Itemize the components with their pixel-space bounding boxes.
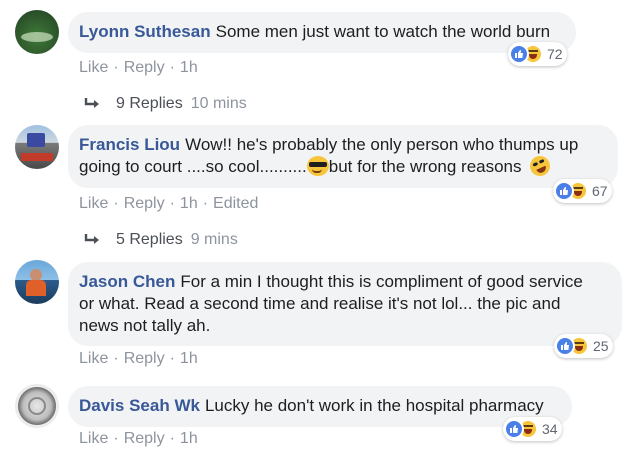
like-reaction-icon: [504, 419, 524, 439]
comment-text: news not tally ah.: [79, 316, 211, 335]
comment-time[interactable]: 1h: [180, 59, 198, 76]
like-link[interactable]: Like: [79, 59, 108, 76]
reply-link[interactable]: Reply: [124, 350, 165, 367]
avatar-davis[interactable]: [15, 384, 59, 428]
like-link[interactable]: Like: [79, 350, 108, 367]
comment-text: Wow!! he's probably the only person who …: [185, 135, 579, 154]
comment-actions: Like · Reply · 1h · Edited: [79, 195, 259, 212]
comment-text: Some men just want to watch the world bu…: [215, 22, 551, 41]
comment-time[interactable]: 1h: [180, 430, 198, 447]
reply-link[interactable]: Reply: [124, 59, 165, 76]
reaction-count: 67: [592, 183, 608, 199]
reply-arrow-icon: [84, 234, 99, 244]
comment-time[interactable]: 1h: [180, 195, 198, 212]
view-replies-link[interactable]: 5 Replies 9 mins: [84, 231, 238, 249]
like-reaction-icon: [509, 44, 529, 64]
edited-label: Edited: [213, 195, 259, 212]
comment-time[interactable]: 1h: [180, 350, 198, 367]
reaction-summary[interactable]: 72: [508, 42, 567, 66]
replies-time: 10 mins: [190, 95, 247, 112]
like-link[interactable]: Like: [79, 430, 108, 447]
reaction-summary[interactable]: 67: [553, 179, 612, 203]
comment-author[interactable]: Lyonn Suthesan: [79, 22, 211, 41]
sunglasses-emoji-icon: [306, 156, 329, 176]
reply-arrow-icon: [84, 98, 99, 108]
reaction-count: 34: [542, 421, 558, 437]
comment-actions: Like · Reply · 1h: [79, 350, 198, 367]
replies-count[interactable]: 9 Replies: [116, 95, 183, 113]
reply-link[interactable]: Reply: [124, 430, 165, 447]
reaction-count: 25: [593, 338, 609, 354]
rolling-laughing-emoji-icon: [526, 152, 554, 180]
comment-author[interactable]: Davis Seah Wk: [79, 396, 200, 415]
avatar-lyonn[interactable]: [15, 10, 59, 54]
replies-count[interactable]: 5 Replies: [116, 231, 183, 249]
comment-bubble: Davis Seah Wk Lucky he don't work in the …: [68, 386, 572, 427]
avatar-jason[interactable]: [15, 260, 59, 304]
comment-text: but for the wrong reasons: [328, 157, 522, 176]
like-reaction-icon: [555, 336, 575, 356]
comment-actions: Like · Reply · 1h: [79, 430, 198, 447]
view-replies-link[interactable]: 9 Replies 10 mins: [84, 95, 247, 113]
like-link[interactable]: Like: [79, 195, 108, 212]
comment-actions: Like · Reply · 1h: [79, 59, 198, 76]
replies-time: 9 mins: [190, 231, 238, 248]
comment-text: Lucky he don't work in the hospital phar…: [204, 396, 544, 415]
comment-text: For a min I thought this is compliment o…: [180, 272, 583, 291]
comment-author[interactable]: Francis Liou: [79, 135, 180, 154]
comment-author[interactable]: Jason Chen: [79, 272, 175, 291]
comment-text: or what. Read a second time and realise …: [79, 294, 561, 313]
comment-text: going to court ....so cool..........: [79, 157, 307, 176]
reply-link[interactable]: Reply: [124, 195, 165, 212]
comment-bubble: Francis Liou Wow!! he's probably the only…: [68, 125, 618, 188]
comment-bubble: Lyonn Suthesan Some men just want to watc…: [68, 12, 576, 53]
comment-bubble: Jason Chen For a min I thought this is co…: [68, 262, 622, 346]
avatar-francis[interactable]: [15, 125, 59, 169]
like-reaction-icon: [554, 181, 574, 201]
reaction-summary[interactable]: 34: [503, 417, 562, 441]
reaction-summary[interactable]: 25: [554, 334, 613, 358]
reaction-count: 72: [547, 46, 563, 62]
